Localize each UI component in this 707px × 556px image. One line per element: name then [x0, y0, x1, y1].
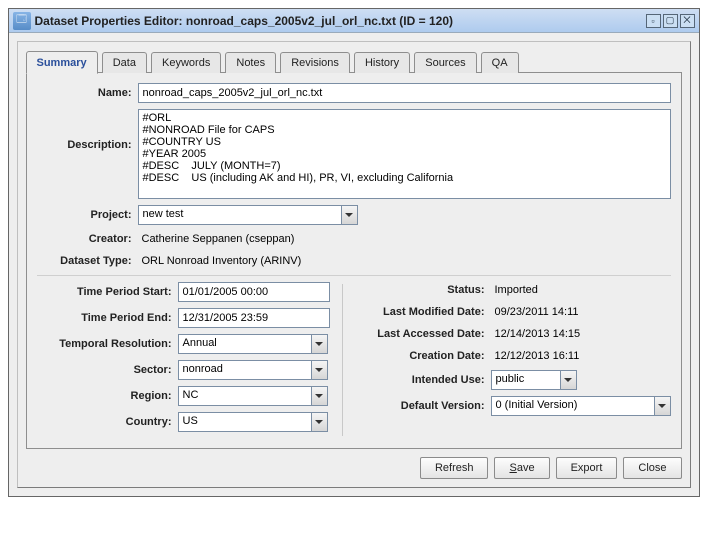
intendeduse-combo[interactable]: public	[491, 370, 577, 390]
description-textarea[interactable]: #ORL #NONROAD File for CAPS #COUNTRY US …	[138, 109, 671, 199]
tab-notes[interactable]: Notes	[225, 52, 276, 73]
tab-summary[interactable]: Summary	[26, 51, 98, 74]
chevron-down-icon[interactable]	[560, 371, 576, 389]
country-combo-value: US	[179, 413, 311, 431]
sector-label: Sector:	[37, 364, 172, 376]
tempres-label: Temporal Resolution:	[37, 338, 172, 350]
defaultversion-combo[interactable]: 0 (Initial Version)	[491, 396, 671, 416]
creator-value: Catherine Seppanen (cseppan)	[138, 231, 299, 247]
tab-revisions[interactable]: Revisions	[280, 52, 350, 73]
window-title: Dataset Properties Editor: nonroad_caps_…	[35, 14, 644, 28]
timeend-label: Time Period End:	[37, 312, 172, 324]
chevron-down-icon[interactable]	[311, 335, 327, 353]
status-label: Status:	[355, 284, 485, 296]
name-label: Name:	[37, 87, 132, 99]
tempres-combo-value: Annual	[179, 335, 311, 353]
project-label: Project:	[37, 209, 132, 221]
country-combo[interactable]: US	[178, 412, 328, 432]
sector-combo-value: nonroad	[179, 361, 311, 379]
chevron-down-icon[interactable]	[341, 206, 357, 224]
right-col: Status: Imported Last Modified Date: 09/…	[355, 282, 671, 438]
lastmod-label: Last Modified Date:	[355, 306, 485, 318]
save-button[interactable]: Save	[494, 457, 549, 479]
creator-label: Creator:	[37, 233, 132, 245]
app-icon: 🗔	[13, 12, 31, 30]
intendeduse-combo-value: public	[492, 371, 560, 389]
close-x-icon[interactable]: ⨉	[680, 14, 695, 28]
tab-qa[interactable]: QA	[481, 52, 519, 73]
lastacc-label: Last Accessed Date:	[355, 328, 485, 340]
region-combo-value: NC	[179, 387, 311, 405]
left-col: Time Period Start: Time Period End: Temp…	[37, 282, 330, 438]
main-panel: Summary Data Keywords Notes Revisions Hi…	[17, 41, 691, 488]
datasettype-label: Dataset Type:	[37, 255, 132, 267]
save-button-rest: ave	[517, 462, 535, 474]
timeend-input[interactable]	[178, 308, 330, 328]
datasettype-value: ORL Nonroad Inventory (ARINV)	[138, 253, 306, 269]
chevron-down-icon[interactable]	[311, 387, 327, 405]
project-combo-value: new test	[139, 206, 341, 224]
refresh-button[interactable]: Refresh	[420, 457, 489, 479]
tempres-combo[interactable]: Annual	[178, 334, 328, 354]
tab-page-summary: Name: Description: #ORL #NONROAD File fo…	[26, 72, 682, 449]
project-combo[interactable]: new test	[138, 205, 358, 225]
status-value: Imported	[491, 282, 542, 298]
creation-label: Creation Date:	[355, 350, 485, 362]
creation-value: 12/12/2013 16:11	[491, 348, 584, 364]
chevron-down-icon[interactable]	[654, 397, 670, 415]
tab-keywords[interactable]: Keywords	[151, 52, 221, 73]
dataset-properties-window: 🗔 Dataset Properties Editor: nonroad_cap…	[8, 8, 700, 497]
client-area: Summary Data Keywords Notes Revisions Hi…	[9, 33, 699, 496]
chevron-down-icon[interactable]	[311, 361, 327, 379]
lastacc-value: 12/14/2013 14:15	[491, 326, 585, 342]
minimize-icon[interactable]: ▫	[646, 14, 661, 28]
timestart-label: Time Period Start:	[37, 286, 172, 298]
timestart-input[interactable]	[178, 282, 330, 302]
description-label: Description:	[37, 109, 132, 151]
region-combo[interactable]: NC	[178, 386, 328, 406]
sector-combo[interactable]: nonroad	[178, 360, 328, 380]
country-label: Country:	[37, 416, 172, 428]
button-bar: Refresh Save Export Close	[26, 449, 682, 479]
name-input[interactable]	[138, 83, 671, 103]
region-label: Region:	[37, 390, 172, 402]
tab-sources[interactable]: Sources	[414, 52, 476, 73]
divider	[37, 275, 671, 276]
tab-history[interactable]: History	[354, 52, 410, 73]
vertical-divider	[342, 284, 343, 436]
export-button[interactable]: Export	[556, 457, 618, 479]
defaultversion-combo-value: 0 (Initial Version)	[492, 397, 654, 415]
close-button[interactable]: Close	[623, 457, 681, 479]
chevron-down-icon[interactable]	[311, 413, 327, 431]
defaultversion-label: Default Version:	[355, 400, 485, 412]
lastmod-value: 09/23/2011 14:11	[491, 304, 583, 320]
tab-data[interactable]: Data	[102, 52, 147, 73]
maximize-icon[interactable]: ▢	[663, 14, 678, 28]
titlebar: 🗔 Dataset Properties Editor: nonroad_cap…	[9, 9, 699, 33]
save-button-underline: S	[509, 462, 516, 474]
tab-bar: Summary Data Keywords Notes Revisions Hi…	[26, 50, 682, 73]
intendeduse-label: Intended Use:	[355, 374, 485, 386]
